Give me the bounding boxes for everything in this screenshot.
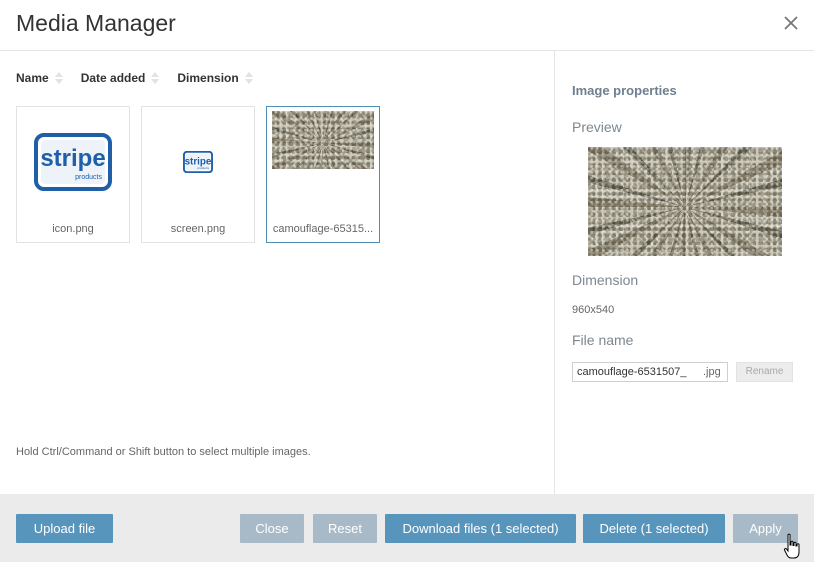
preview-image <box>588 147 782 256</box>
sort-arrows-icon <box>244 71 253 85</box>
properties-heading: Image properties <box>572 83 677 98</box>
file-name: screen.png <box>170 223 226 235</box>
file-browser-pane: Name Date added Dimension stripe product… <box>0 51 555 494</box>
camouflage-image <box>272 111 374 169</box>
sort-label: Name <box>16 71 49 85</box>
file-name: icon.png <box>52 223 94 235</box>
dimension-value: 960x540 <box>572 304 615 316</box>
image-properties-pane: Image properties Preview Dimension 960x5… <box>556 51 814 494</box>
file-name: camouflage-65315... <box>272 223 374 235</box>
sort-by-date-added[interactable]: Date added <box>81 70 160 86</box>
sort-bar: Name Date added Dimension <box>16 70 271 86</box>
file-thumbnail[interactable]: stripe products icon.png <box>16 106 130 243</box>
sort-label: Date added <box>80 71 146 85</box>
dialog-footer: Upload file Close Reset Download files (… <box>0 494 814 562</box>
logo-text: stripe <box>185 156 212 167</box>
download-files-button[interactable]: Download files (1 selected) <box>385 514 576 543</box>
filename-label: File name <box>572 332 634 348</box>
media-manager-dialog: Media Manager Name Date added Dimension <box>0 0 814 562</box>
selection-hint: Hold Ctrl/Command or Shift button to sel… <box>16 446 311 458</box>
preview-label: Preview <box>572 119 622 135</box>
close-icon[interactable] <box>782 14 800 32</box>
delete-button[interactable]: Delete (1 selected) <box>583 514 725 543</box>
apply-button[interactable]: Apply <box>733 514 798 543</box>
dialog-header: Media Manager <box>0 0 814 51</box>
sort-label: Dimension <box>177 71 239 85</box>
filename-input[interactable]: camouflage-6531507_ .jpg <box>572 362 728 382</box>
upload-file-button[interactable]: Upload file <box>16 514 113 543</box>
thumbnail-grid: stripe products icon.png stripe products… <box>16 106 391 243</box>
sort-arrows-icon <box>54 71 63 85</box>
filename-extension: .jpg <box>703 366 721 378</box>
close-button[interactable]: Close <box>240 514 304 543</box>
logo-subtext: products <box>75 174 102 181</box>
filename-value: camouflage-6531507_ <box>577 366 687 378</box>
dialog-title: Media Manager <box>16 10 176 36</box>
dimension-label: Dimension <box>572 272 639 288</box>
logo-text: stripe <box>40 145 105 172</box>
logo-subtext: products <box>197 166 209 170</box>
reset-button[interactable]: Reset <box>313 514 377 543</box>
sort-arrows-icon <box>151 71 160 85</box>
sort-by-name[interactable]: Name <box>16 70 63 86</box>
file-thumbnail-selected[interactable]: camouflage-65315... <box>266 106 380 243</box>
stripe-logo-image: stripe products <box>22 112 124 212</box>
stripe-logo-image: stripe products <box>147 112 249 212</box>
rename-button[interactable]: Rename <box>736 362 793 382</box>
file-thumbnail[interactable]: stripe products screen.png <box>141 106 255 243</box>
sort-by-dimension[interactable]: Dimension <box>177 70 253 86</box>
